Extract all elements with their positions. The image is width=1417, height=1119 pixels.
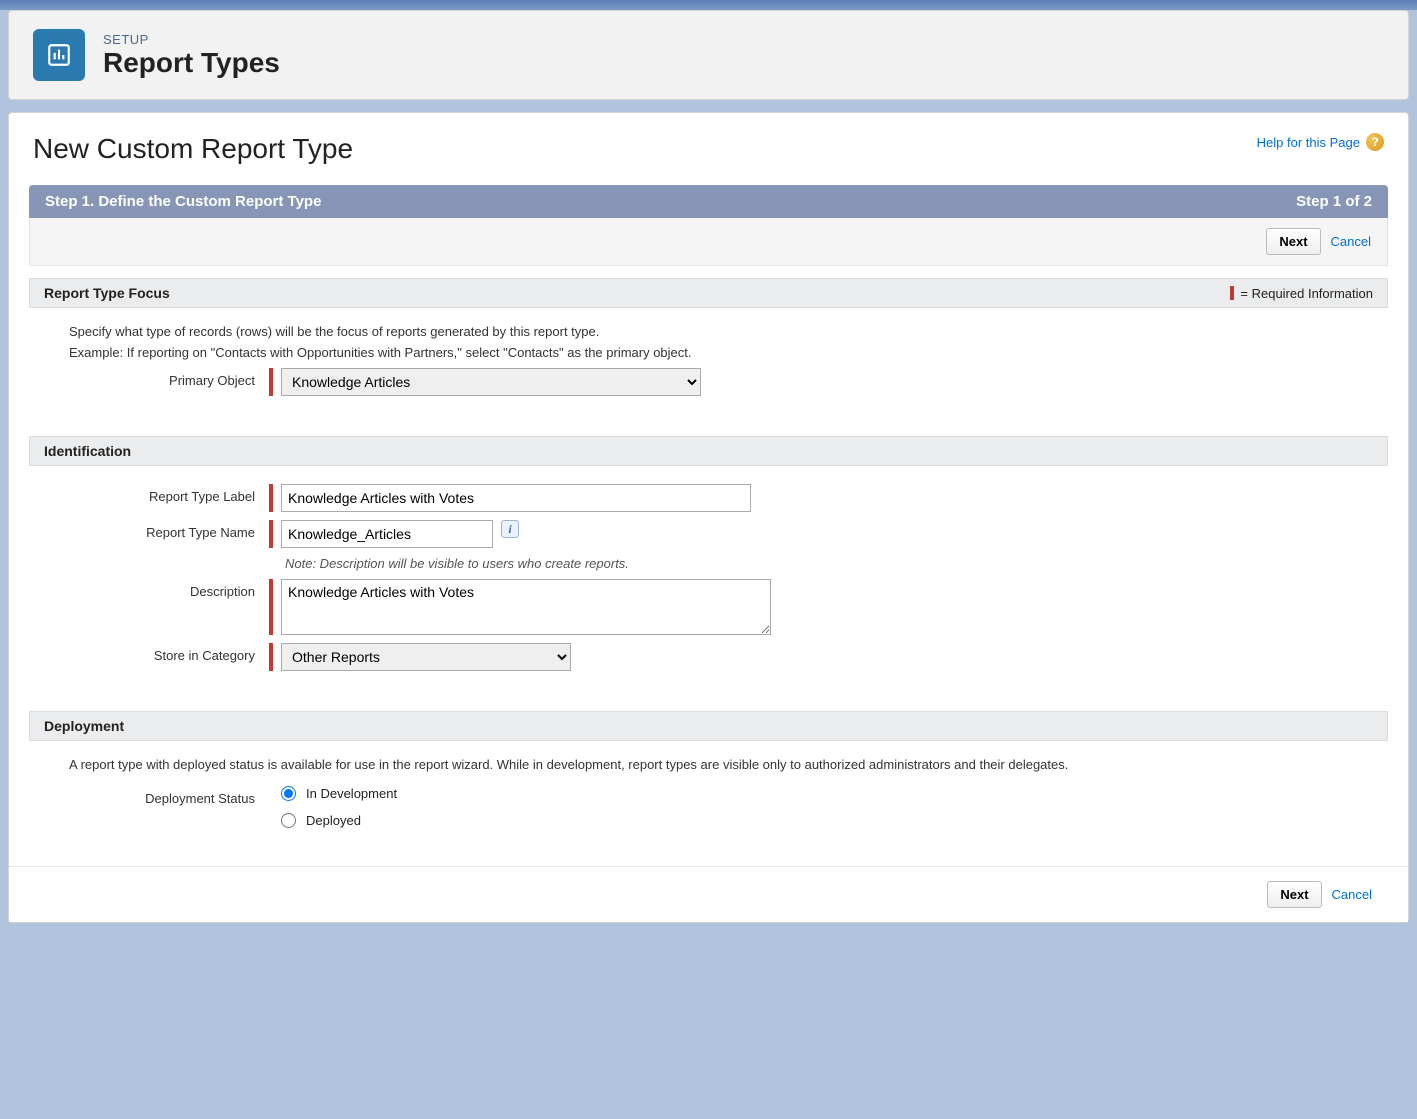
main-panel: New Custom Report Type Help for this Pag… <box>8 112 1409 923</box>
required-bar-icon <box>269 484 273 512</box>
required-legend: = Required Information <box>1230 286 1373 301</box>
help-link[interactable]: Help for this Page ? <box>1257 133 1384 151</box>
focus-desc-2: Example: If reporting on "Contacts with … <box>69 345 1348 360</box>
action-bar-top: Next Cancel <box>29 218 1388 266</box>
step-progress: Step 1 of 2 <box>1296 193 1372 210</box>
store-category-label: Store in Category <box>69 643 269 663</box>
section-header-focus: Report Type Focus = Required Information <box>29 278 1388 308</box>
primary-object-select[interactable]: Knowledge Articles <box>281 368 701 396</box>
report-type-name-input[interactable] <box>281 520 493 548</box>
primary-object-label: Primary Object <box>69 368 269 388</box>
required-bar-icon <box>1230 286 1234 300</box>
info-icon[interactable]: i <box>501 520 519 538</box>
deployment-radio-development[interactable] <box>281 786 296 801</box>
deployment-option-development[interactable]: In Development <box>281 786 397 801</box>
report-type-name-label: Report Type Name <box>69 520 269 540</box>
deployment-desc: A report type with deployed status is av… <box>69 757 1348 772</box>
report-type-label-input[interactable] <box>281 484 751 512</box>
help-icon: ? <box>1366 133 1384 151</box>
setup-header: SETUP Report Types <box>8 10 1409 100</box>
help-link-label: Help for this Page <box>1257 135 1360 150</box>
deployment-status-label: Deployment Status <box>69 786 269 806</box>
focus-heading: Report Type Focus <box>44 285 170 301</box>
step-title: Step 1. Define the Custom Report Type <box>45 193 321 210</box>
focus-desc-1: Specify what type of records (rows) will… <box>69 324 1348 339</box>
identification-heading: Identification <box>44 443 131 459</box>
cancel-button[interactable]: Cancel <box>1332 887 1372 902</box>
report-type-label-label: Report Type Label <box>69 484 269 504</box>
required-bar-icon <box>269 368 273 396</box>
setup-eyebrow: SETUP <box>103 32 280 47</box>
setup-title: Report Types <box>103 47 280 79</box>
description-textarea[interactable] <box>281 579 771 635</box>
required-bar-icon <box>269 643 273 671</box>
action-bar-bottom: Next Cancel <box>9 866 1408 922</box>
section-header-identification: Identification <box>29 436 1388 466</box>
description-label: Description <box>69 579 269 599</box>
required-bar-icon <box>269 579 273 635</box>
deployment-heading: Deployment <box>44 718 124 734</box>
page-title: New Custom Report Type <box>33 133 353 165</box>
store-category-select[interactable]: Other Reports <box>281 643 571 671</box>
next-button[interactable]: Next <box>1267 881 1321 908</box>
report-type-icon <box>33 29 85 81</box>
next-button[interactable]: Next <box>1266 228 1320 255</box>
description-note: Note: Description will be visible to use… <box>285 556 1348 571</box>
cancel-button[interactable]: Cancel <box>1331 234 1371 249</box>
required-bar-icon <box>269 520 273 548</box>
step-bar: Step 1. Define the Custom Report Type St… <box>29 185 1388 218</box>
deployment-radio-deployed[interactable] <box>281 813 296 828</box>
section-header-deployment: Deployment <box>29 711 1388 741</box>
deployment-option-deployed[interactable]: Deployed <box>281 813 397 828</box>
